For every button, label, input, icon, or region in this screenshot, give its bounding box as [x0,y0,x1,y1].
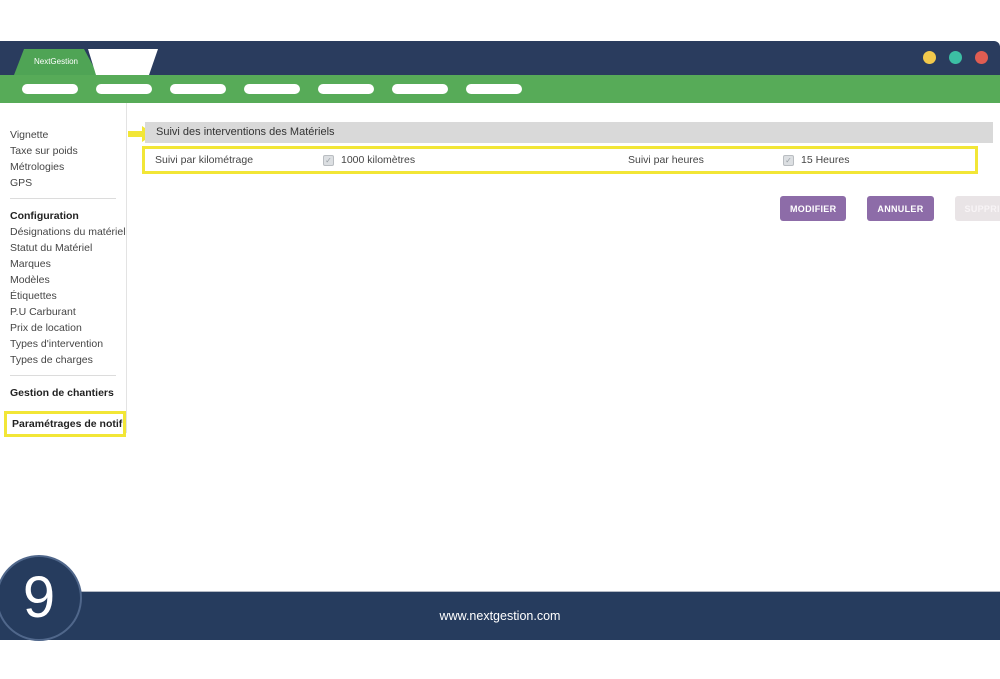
main-navbar [0,75,1000,103]
sidebar-item-marques[interactable]: Marques [10,256,126,272]
action-buttons: MODIFIER ANNULER SUPPRIMER [780,196,1000,221]
section-header: Suivi des interventions des Matériels [145,122,993,143]
suivi-par-kilometrage-checkbox[interactable]: ✓ [323,155,334,166]
suivi-par-heures-label: Suivi par heures [628,154,783,166]
sidebar: VignetteTaxe sur poidsMétrologiesGPS Conf… [0,103,127,433]
sidebar-item-vignette[interactable]: Vignette [10,127,126,143]
nav-pill[interactable] [318,84,374,94]
nav-pill[interactable] [392,84,448,94]
sidebar-item-statut-du-materiel[interactable]: Statut du Matériel [10,240,126,256]
sidebar-item-gps[interactable]: GPS [10,175,126,191]
arrow-shaft [128,131,143,137]
suivi-par-heures-checkbox[interactable]: ✓ [783,155,794,166]
suivi-par-heures-value: 15 Heures [801,154,849,166]
page: NextGestion VignetteTaxe sur poidsMétrol… [0,0,1000,679]
field-suivi-par-kilometrage: Suivi par kilométrage✓ 1000 kilomètres [155,149,415,171]
supprimer-button: SUPPRIMER [955,196,1000,221]
nav-pill[interactable] [466,84,522,94]
sidebar-item-prix-de-location[interactable]: Prix de location [10,320,126,336]
title-bar: NextGestion [0,41,1000,75]
section-title: Suivi des interventions des Matériels [156,126,335,138]
nav-pill[interactable] [96,84,152,94]
sidebar-item-taxe-sur-poids[interactable]: Taxe sur poids [10,143,126,159]
nav-pill[interactable] [22,84,78,94]
window-dot-teal[interactable] [949,51,962,64]
nav-pill[interactable] [170,84,226,94]
sidebar-item-parametrages-de-notific[interactable]: Paramétrages de notific... [4,411,126,437]
sidebar-item-modeles[interactable]: Modèles [10,272,126,288]
footer-bar: www.nextgestion.com [0,591,1000,640]
annuler-button[interactable]: ANNULER [867,196,933,221]
sidebar-item-metrologies[interactable]: Métrologies [10,159,126,175]
window-dot-red[interactable] [975,51,988,64]
sidebar-item-gestion-de-chantiers: Gestion de chantiers [10,385,126,401]
field-suivi-par-heures: Suivi par heures✓ 15 Heures [628,149,849,171]
nav-pills [22,84,522,94]
secondary-tab[interactable] [84,49,158,75]
tracking-settings-row: Suivi par kilométrage✓1000 kilomètresSui… [142,146,978,174]
sidebar-divider [10,198,116,199]
brand-label: NextGestion [34,57,78,66]
modifier-button[interactable]: MODIFIER [780,196,846,221]
footer-url: www.nextgestion.com [0,592,1000,640]
brand-tab[interactable]: NextGestion [14,49,98,75]
sidebar-item-designations-du-materiel[interactable]: Désignations du matériel [10,224,126,240]
sidebar-divider [10,375,116,376]
nav-pill[interactable] [244,84,300,94]
suivi-par-kilometrage-label: Suivi par kilométrage [155,154,323,166]
sidebar-item-types-d-intervention[interactable]: Types d'intervention [10,336,126,352]
sidebar-item-configuration: Configuration [10,208,126,224]
sidebar-item-p-u-carburant[interactable]: P.U Carburant [10,304,126,320]
step-number-badge: 9 [0,555,82,641]
step-number: 9 [23,569,55,627]
window-dot-yellow[interactable] [923,51,936,64]
sidebar-item-etiquettes[interactable]: Étiquettes [10,288,126,304]
sidebar-item-types-de-charges[interactable]: Types de charges [10,352,126,368]
window-dots [923,51,988,64]
suivi-par-kilometrage-value: 1000 kilomètres [341,154,415,166]
